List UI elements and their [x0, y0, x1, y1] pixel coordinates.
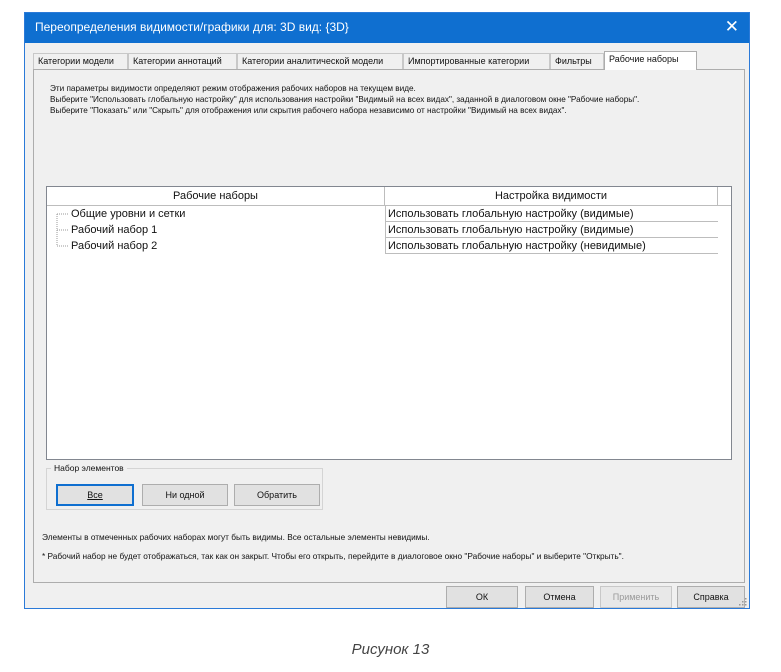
worksets-table: Рабочие наборы Настройка видимости Общие…: [46, 186, 732, 460]
column-header-visibility[interactable]: Настройка видимости: [385, 187, 718, 206]
select-none-button[interactable]: Ни одной: [142, 484, 228, 506]
help-button[interactable]: Справка: [677, 586, 745, 608]
visibility-setting-dropdown[interactable]: Использовать глобальную настройку (видим…: [385, 222, 718, 238]
invert-selection-label: Обратить: [257, 490, 297, 500]
workset-name: Рабочий набор 1: [71, 224, 158, 236]
workset-name: Общие уровни и сетки: [71, 208, 186, 220]
tab-model-categories[interactable]: Категории модели: [33, 53, 128, 69]
description-line-3: Выберите "Показать" или "Скрыть" для ото…: [50, 106, 567, 115]
ok-button[interactable]: ОК: [446, 586, 518, 608]
resize-grip-icon[interactable]: [739, 598, 747, 606]
selection-group-legend: Набор элементов: [54, 463, 124, 473]
close-icon[interactable]: ✕: [725, 17, 739, 37]
cancel-button[interactable]: Отмена: [525, 586, 594, 608]
table-row[interactable]: Общие уровни и сетки Использовать глобал…: [47, 206, 718, 222]
tree-line-icon: [56, 213, 69, 222]
tab-imported-categories[interactable]: Импортированные категории: [403, 53, 550, 69]
tab-filters[interactable]: Фильтры: [550, 53, 604, 69]
closed-workset-note: * Рабочий набор не будет отображаться, т…: [42, 551, 624, 561]
select-none-label: Ни одной: [165, 490, 205, 500]
apply-button[interactable]: Применить: [600, 586, 672, 608]
figure-caption: Рисунок 13: [351, 641, 430, 658]
tab-worksets[interactable]: Рабочие наборы: [604, 51, 697, 70]
visibility-note: Элементы в отмеченных рабочих наборах мо…: [42, 532, 430, 542]
tree-line-icon: [56, 238, 69, 247]
dialog-title: Переопределения видимости/графики для: 3…: [35, 20, 349, 34]
workset-name: Рабочий набор 2: [71, 240, 158, 252]
invert-selection-button[interactable]: Обратить: [234, 484, 320, 506]
tab-annotation-categories[interactable]: Категории аннотаций: [128, 53, 237, 69]
tree-line-icon: [56, 222, 69, 238]
table-row[interactable]: Рабочий набор 2 Использовать глобальную …: [47, 238, 718, 254]
select-all-label: Все: [87, 490, 103, 500]
description-line-2: Выберите "Использовать глобальную настро…: [50, 95, 640, 104]
description-line-1: Эти параметры видимости определяют режим…: [50, 84, 416, 93]
title-bar: Переопределения видимости/графики для: 3…: [25, 13, 749, 43]
select-all-button[interactable]: Все: [56, 484, 134, 506]
visibility-setting-dropdown[interactable]: Использовать глобальную настройку (видим…: [385, 206, 718, 222]
column-header-worksets[interactable]: Рабочие наборы: [47, 187, 385, 206]
visibility-graphics-dialog: Переопределения видимости/графики для: 3…: [24, 12, 750, 609]
column-header-filler: [718, 187, 731, 206]
visibility-setting-dropdown[interactable]: Использовать глобальную настройку (невид…: [385, 238, 718, 254]
tab-analytical-model-categories[interactable]: Категории аналитической модели: [237, 53, 403, 69]
description: Эти параметры видимости определяют режим…: [50, 83, 740, 116]
worksets-panel: Эти параметры видимости определяют режим…: [33, 69, 745, 583]
table-row[interactable]: Рабочий набор 1 Использовать глобальную …: [47, 222, 718, 238]
